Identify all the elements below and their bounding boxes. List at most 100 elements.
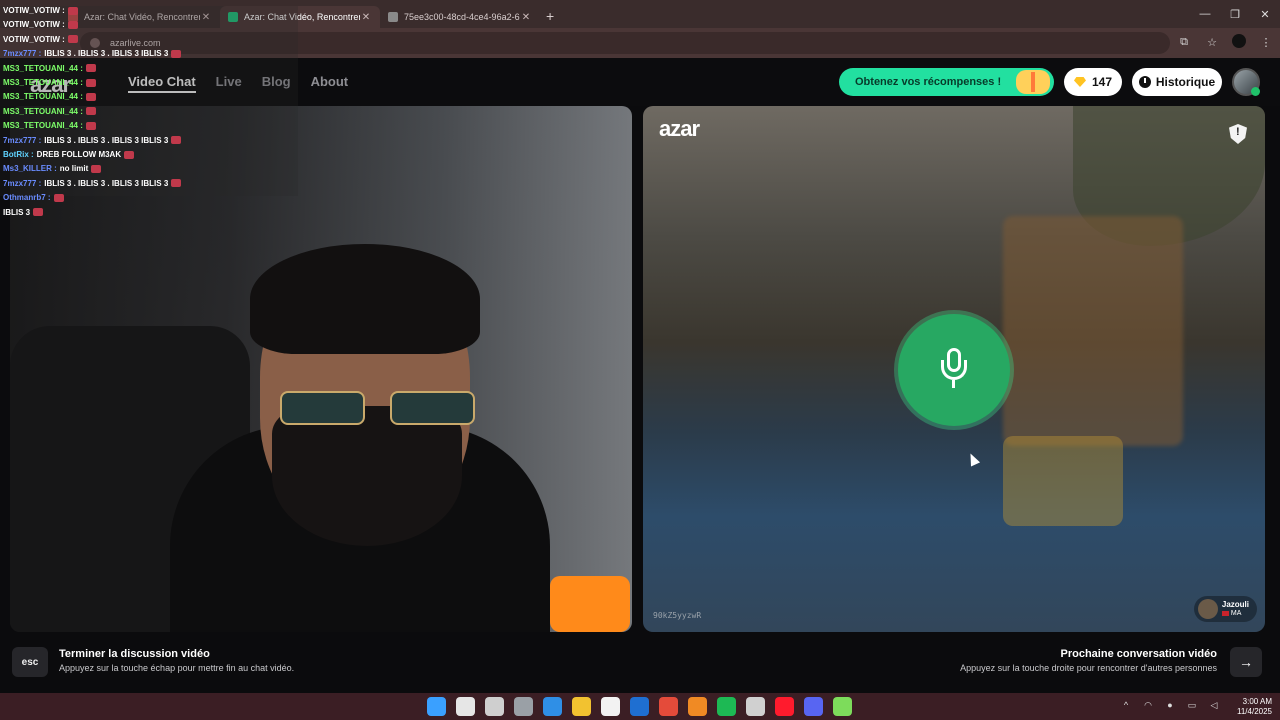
chat-message: 7mzx777 : IBLIS 3 . IBLIS 3 . IBLIS 3 IBL… [3, 49, 182, 59]
chrome-icon[interactable] [659, 697, 678, 716]
cast-icon[interactable]: ⧉ [1176, 34, 1192, 50]
tab-title: 75ee3c00-48cd-4ce4-96a2-6b [404, 12, 520, 22]
search-icon[interactable] [456, 697, 475, 716]
chat-username: 7mzx777 : [3, 49, 42, 59]
chevron-up-icon[interactable]: ^ [1120, 699, 1132, 711]
clock-icon [1138, 76, 1151, 88]
clock-time: 3:00 AM [1242, 697, 1272, 706]
spotify-icon[interactable] [717, 697, 736, 716]
terminal-icon[interactable] [833, 697, 852, 716]
emote-icon [67, 20, 78, 29]
emote-icon [85, 64, 96, 73]
chat-username: Othmanrb7 : [3, 193, 51, 203]
screen: Azar: Chat Vidéo, Rencontrer de ✕ Azar: … [0, 0, 1280, 720]
browser-tab-3[interactable]: 75ee3c00-48cd-4ce4-96a2-6b ✕ [380, 6, 540, 28]
history-label: Historique [1155, 75, 1216, 89]
peer-badge[interactable]: Jazouli MA [1193, 596, 1257, 622]
gift-icon [1016, 70, 1050, 94]
menu-icon[interactable]: ⋮ [1258, 34, 1274, 50]
wifi-icon[interactable]: ◠ [1142, 699, 1154, 711]
emote-icon [171, 136, 182, 145]
emote-icon [171, 49, 182, 58]
taskbar-clock[interactable]: 3:00 AM 11/4/2025 [1237, 697, 1272, 717]
windows-start-icon[interactable] [427, 697, 446, 716]
discord-icon[interactable] [804, 697, 823, 716]
close-icon[interactable]: ✕ [360, 12, 372, 23]
peer-name: Jazouli [1221, 600, 1249, 609]
chat-username: MS3_TETOUANI_44 : [3, 78, 83, 87]
user-avatar[interactable] [1232, 68, 1260, 96]
chat-text: IBLIS 3 . IBLIS 3 . IBLIS 3 IBLIS 3 [44, 49, 169, 59]
emote-icon [171, 179, 182, 188]
steam-icon[interactable] [746, 697, 765, 716]
task-view-icon[interactable] [485, 697, 504, 716]
chat-message: VOTIW_VOTIW : [3, 6, 78, 15]
history-button[interactable]: Historique [1132, 68, 1222, 96]
restore-icon[interactable]: ❐ [1220, 0, 1250, 28]
settings-icon[interactable] [514, 697, 533, 716]
file-explorer-icon[interactable] [572, 697, 591, 716]
chat-username: MS3_TETOUANI_44 : [3, 63, 83, 73]
gems-count: 147 [1091, 75, 1113, 89]
microphone-icon [941, 348, 967, 388]
emote-icon [85, 78, 96, 87]
opera-icon[interactable] [775, 697, 794, 716]
emote-icon [91, 164, 102, 173]
chat-message: MS3_TETOUANI_44 : [3, 121, 96, 130]
chat-message: MS3_TETOUANI_44 : [3, 78, 96, 87]
morocco-flag-icon [1221, 611, 1229, 616]
profile-icon[interactable] [1232, 34, 1246, 48]
chat-username: VOTIW_VOTIW : [3, 20, 65, 30]
windows-taskbar: ^ ◠ ● ▭ ◁ 3:00 AM 11/4/2025 [0, 693, 1280, 720]
display-icon[interactable]: ▭ [1186, 699, 1198, 711]
chat-username: MS3_TETOUANI_44 : [3, 121, 83, 131]
rewards-button[interactable]: Obtenez vos récompenses ! [839, 68, 1054, 96]
chat-username: VOTIW_VOTIW : [3, 34, 65, 44]
chat-username: 7mzx777 : [3, 178, 42, 188]
next-chat-subtitle: Appuyez sur la touche droite pour rencon… [960, 663, 1217, 673]
microphone-button[interactable] [898, 314, 1010, 426]
chat-text: IBLIS 3 . IBLIS 3 . IBLIS 3 IBLIS 3 [44, 135, 169, 145]
peer-country: MA [1230, 610, 1242, 617]
system-tray: ^ ◠ ● ▭ ◁ [1120, 699, 1220, 711]
chat-username: MS3_TETOUANI_44 : [3, 92, 83, 102]
chat-message: Ms3_KILLER : no limit [3, 164, 102, 174]
chat-username: VOTIW_VOTIW : [3, 6, 65, 15]
chat-username: 7mzx777 : [3, 135, 42, 145]
emote-icon [67, 6, 78, 15]
chat-text: no limit [59, 164, 89, 174]
outlook-icon[interactable] [630, 697, 649, 716]
clock-date: 11/4/2025 [1237, 707, 1272, 716]
store-icon[interactable] [601, 697, 620, 716]
gems-button[interactable]: 147 [1064, 68, 1122, 96]
emote-icon [124, 150, 135, 159]
esc-key-button[interactable]: esc [12, 647, 48, 677]
emote-icon [85, 92, 96, 101]
nav-about[interactable]: About [311, 74, 349, 93]
chat-message: 7mzx777 : IBLIS 3 . IBLIS 3 . IBLIS 3 IBL… [3, 135, 182, 145]
rewards-label: Obtenez vos récompenses ! [855, 76, 1002, 88]
chat-username: Ms3_KILLER : [3, 164, 57, 174]
chat-message: MS3_TETOUANI_44 : [3, 64, 96, 73]
end-chat-subtitle: Appuyez sur la touche échap pour mettre … [59, 663, 295, 673]
chat-message: Othmanrb7 : [3, 193, 64, 202]
partner-azar-logo: azar [659, 116, 700, 141]
bookmark-star-icon[interactable]: ☆ [1204, 34, 1220, 50]
new-tab-icon[interactable]: + [546, 8, 554, 24]
blurred-light [1003, 436, 1123, 526]
minimize-icon[interactable]: — [1190, 0, 1220, 28]
close-window-icon[interactable]: ✕ [1250, 0, 1280, 28]
edge-icon[interactable] [543, 697, 562, 716]
chat-text: IBLIS 3 . IBLIS 3 . IBLIS 3 IBLIS 3 [44, 178, 169, 188]
emote-icon [33, 208, 44, 217]
person-hair [250, 244, 480, 354]
app-icon[interactable] [688, 697, 707, 716]
emote-icon [53, 193, 64, 202]
tab-favicon-icon [388, 12, 398, 22]
close-icon[interactable]: ✕ [520, 12, 532, 23]
mic-tray-icon[interactable]: ● [1164, 699, 1176, 711]
chat-message: IBLIS 3 [3, 208, 44, 217]
next-arrow-button[interactable]: → [1230, 647, 1262, 677]
volume-icon[interactable]: ◁ [1208, 699, 1220, 711]
emote-icon [85, 121, 96, 130]
